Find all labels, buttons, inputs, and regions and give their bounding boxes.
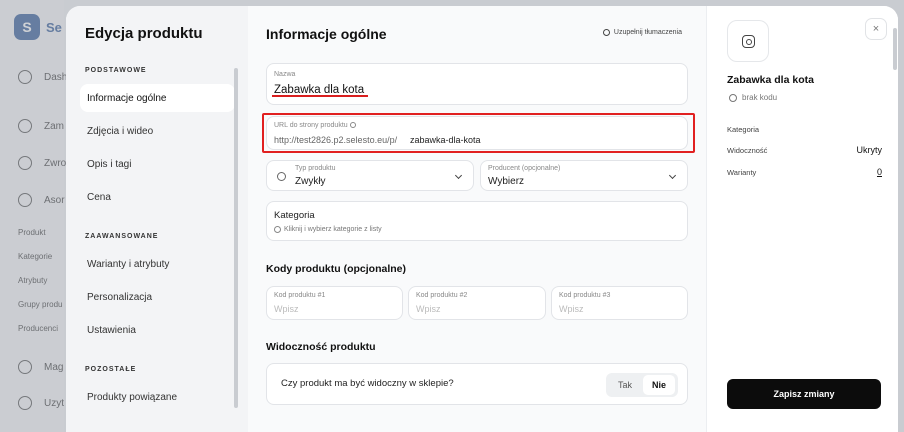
product-code-1-placeholder: Wpisz <box>274 304 299 314</box>
name-highlight-underline <box>272 95 368 97</box>
visibility-toggle: Tak Nie <box>606 373 678 397</box>
product-type-select[interactable]: Typ produktu Zwykły <box>266 160 474 191</box>
category-hint-wrap: Kliknij i wybierz kategorie z listy <box>274 226 382 233</box>
nav-item-personalization[interactable]: Personalizacja <box>80 283 235 311</box>
summary-visibility-value: Ukryty <box>856 145 883 155</box>
visibility-yes-option[interactable]: Tak <box>609 375 641 395</box>
fill-translations-link[interactable]: Uzupełnij tłumaczenia <box>602 29 682 36</box>
product-type-label: Typ produktu <box>295 165 336 172</box>
product-summary-panel: × Zabawka dla kota brak kodu Kategoria W… <box>706 6 898 432</box>
nav-section-basic: PODSTAWOWE <box>85 67 147 74</box>
summary-variants-label: Warianty <box>727 168 757 177</box>
summary-category-row: Kategoria <box>727 125 882 134</box>
visibility-no-option[interactable]: Nie <box>643 375 675 395</box>
summary-visibility-row: Widoczność Ukryty <box>727 145 883 155</box>
category-field[interactable]: Kategoria Kliknij i wybierz kategorie z … <box>266 201 688 241</box>
product-code-2-placeholder: Wpisz <box>416 304 441 314</box>
visibility-question: Czy produkt ma być widoczny w sklepie? <box>281 378 454 389</box>
nav-item-variants-attributes[interactable]: Warianty i atrybuty <box>80 250 235 278</box>
nav-item-description-tags[interactable]: Opis i tagi <box>80 150 235 178</box>
main-content: Informacje ogólne Uzupełnij tłumaczenia … <box>248 6 706 432</box>
product-code-3-placeholder: Wpisz <box>559 304 584 314</box>
chevron-down-icon <box>454 171 463 180</box>
nav-scrollbar[interactable] <box>234 68 238 408</box>
nav-item-related-products[interactable]: Produkty powiązane <box>80 383 235 411</box>
nav-item-price[interactable]: Cena <box>80 183 235 211</box>
edit-product-modal: Edycja produktu PODSTAWOWE Informacje og… <box>66 6 898 432</box>
close-button[interactable]: × <box>865 18 887 40</box>
section-title: Informacje ogólne <box>266 26 387 42</box>
product-code-2-label: Kod produktu #2 <box>416 292 468 299</box>
summary-variants-value[interactable]: 0 <box>877 167 882 177</box>
chevron-down-icon <box>668 171 677 180</box>
category-label: Kategoria <box>274 210 315 221</box>
summary-code: brak kodu <box>729 93 777 102</box>
product-type-value: Zwykły <box>295 176 326 187</box>
modal-title: Edycja produktu <box>85 25 203 42</box>
producer-value: Wybierz <box>488 176 525 187</box>
globe-icon <box>602 29 610 36</box>
fill-translations-label: Uzupełnij tłumaczenia <box>613 29 682 36</box>
nav-section-advanced: ZAAWANSOWANE <box>85 233 159 240</box>
summary-category-label: Kategoria <box>727 125 760 134</box>
nav-section-other: POZOSTAŁE <box>85 366 137 373</box>
product-image-placeholder[interactable] <box>727 20 769 62</box>
name-field[interactable]: Nazwa Zabawka dla kota <box>266 63 688 105</box>
tag-icon <box>729 93 737 102</box>
product-code-3-field[interactable]: Kod produktu #3 Wpisz <box>551 286 688 320</box>
modal-nav: Edycja produktu PODSTAWOWE Informacje og… <box>66 6 248 432</box>
product-code-3-label: Kod produktu #3 <box>559 292 611 299</box>
summary-product-name: Zabawka dla kota <box>727 74 814 86</box>
nav-item-photos-video[interactable]: Zdjęcia i wideo <box>80 117 235 145</box>
codes-title: Kody produktu (opcjonalne) <box>266 263 406 275</box>
url-highlight-box <box>262 113 695 153</box>
summary-variants-row: Warianty 0 <box>727 167 882 177</box>
info-icon <box>274 226 281 233</box>
image-icon <box>741 34 755 48</box>
summary-visibility-label: Widoczność <box>727 146 768 155</box>
summary-code-value: brak kodu <box>742 93 778 102</box>
product-code-2-field[interactable]: Kod produktu #2 Wpisz <box>408 286 546 320</box>
nav-item-general-info[interactable]: Informacje ogólne <box>80 84 235 112</box>
nav-item-settings[interactable]: Ustawienia <box>80 316 235 344</box>
product-code-1-field[interactable]: Kod produktu #1 Wpisz <box>266 286 403 320</box>
producer-label: Producent (opcjonalne) <box>488 165 561 172</box>
product-code-1-label: Kod produktu #1 <box>274 292 326 299</box>
product-type-icon <box>277 172 286 181</box>
save-button[interactable]: Zapisz zmiany <box>727 379 881 409</box>
category-hint: Kliknij i wybierz kategorie z listy <box>284 226 382 233</box>
visibility-card: Czy produkt ma być widoczny w sklepie? T… <box>266 363 688 405</box>
visibility-title: Widoczność produktu <box>266 341 376 353</box>
name-label: Nazwa <box>274 71 296 78</box>
panel-scrollbar[interactable] <box>893 28 897 70</box>
producer-select[interactable]: Producent (opcjonalne) Wybierz <box>480 160 688 191</box>
